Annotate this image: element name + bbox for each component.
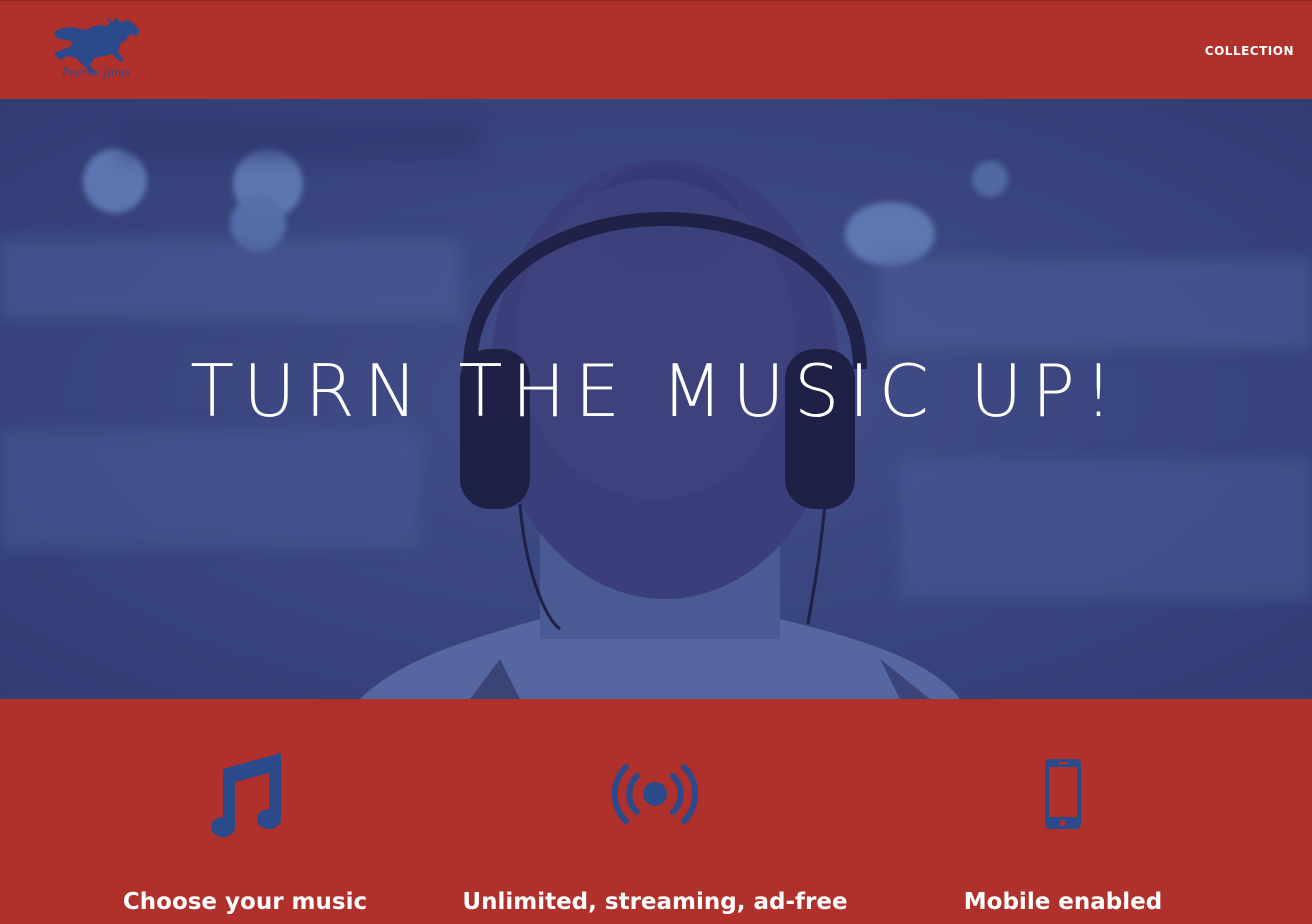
feature-label: Mobile enabled [963, 889, 1163, 915]
hero-title: TURN THE MUSIC UP! [190, 349, 1122, 433]
features-section: Choose your music Unlimited, streaming, … [0, 699, 1312, 924]
navbar: Pearce Jams COLLECTION [0, 0, 1312, 99]
mobile-phone-icon [1043, 757, 1083, 835]
feature-mobile: Mobile enabled [863, 699, 1263, 924]
hero-banner: TURN THE MUSIC UP! [0, 99, 1312, 699]
broadcast-icon [611, 763, 699, 829]
feature-label: Unlimited, streaming, ad-free [462, 889, 848, 915]
mustang-logo-icon: Pearce Jams [54, 14, 140, 79]
feature-choose-music: Choose your music [45, 699, 445, 924]
logo[interactable]: Pearce Jams [46, 14, 146, 82]
nav-link-collection[interactable]: COLLECTION [1205, 44, 1294, 58]
feature-streaming: Unlimited, streaming, ad-free [455, 699, 855, 924]
logo-text: Pearce Jams [61, 66, 131, 79]
feature-label: Choose your music [122, 889, 368, 915]
music-note-icon [207, 751, 283, 841]
